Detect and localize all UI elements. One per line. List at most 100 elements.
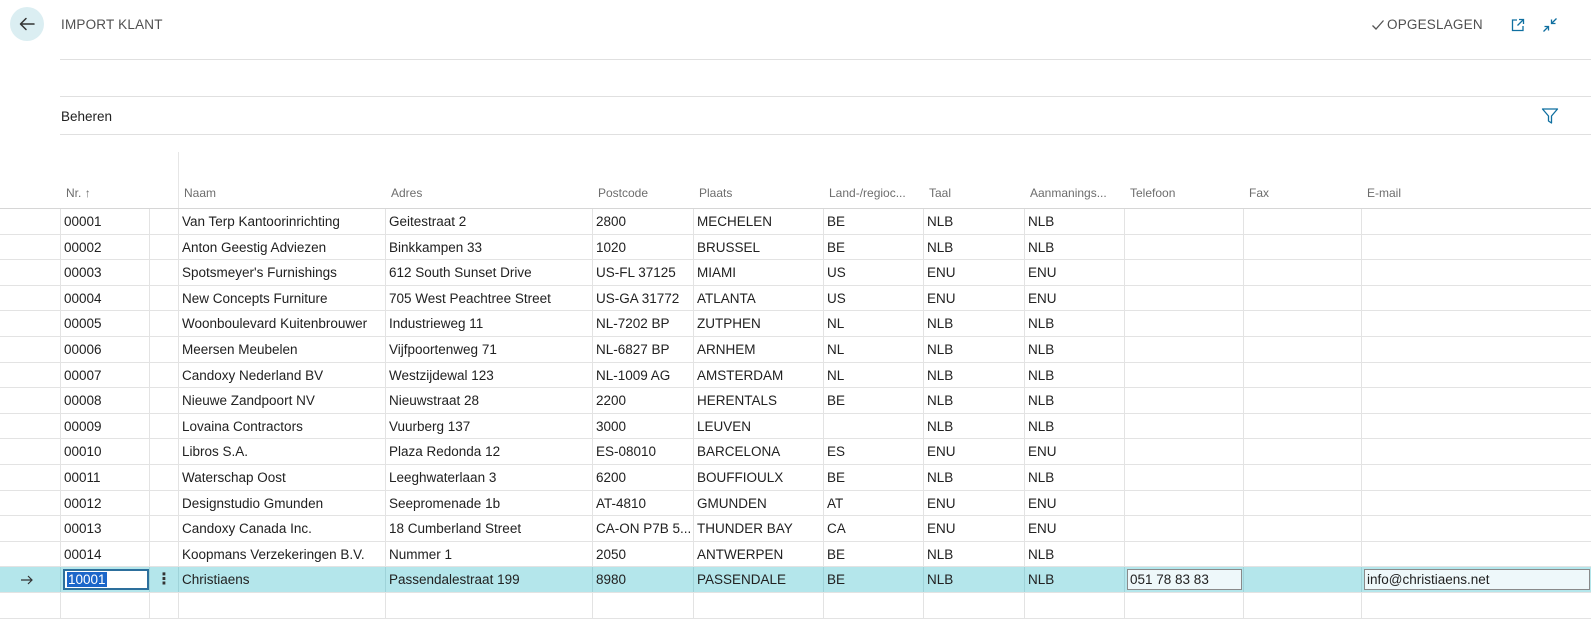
cell-postcode[interactable]: 3000: [592, 413, 693, 439]
cell-aanmaning[interactable]: NLB: [1024, 388, 1124, 413]
cell-aanmaning[interactable]: NLB: [1024, 567, 1124, 592]
cell-nr[interactable]: 00001: [60, 209, 149, 234]
cell-nr[interactable]: 00014: [60, 541, 149, 567]
cell-adres[interactable]: Nieuwstraat 28: [385, 388, 592, 413]
cell-email[interactable]: [1361, 413, 1591, 439]
cell-nr[interactable]: 00006: [60, 336, 149, 362]
cell-naam[interactable]: Candoxy Canada Inc.: [178, 516, 385, 541]
cell-adres[interactable]: Industrieweg 11: [385, 311, 592, 336]
cell-fax[interactable]: [1243, 541, 1361, 567]
cell-nr[interactable]: 00009: [60, 413, 149, 439]
cell-row-menu[interactable]: [149, 234, 178, 260]
cell-row-menu[interactable]: [149, 336, 178, 362]
cell-nr[interactable]: [60, 592, 149, 618]
cell-plaats[interactable]: HERENTALS: [693, 388, 823, 413]
cell-email[interactable]: [1361, 336, 1591, 362]
cell-plaats[interactable]: MIAMI: [693, 260, 823, 285]
table-row[interactable]: 00007 Candoxy Nederland BV Westzijdewal 12…: [0, 362, 1591, 389]
table-row[interactable]: 00009 Lovaina Contractors Vuurberg 137 3000…: [0, 413, 1591, 440]
cell-fax[interactable]: [1243, 388, 1361, 413]
table-row[interactable]: 00004 New Concepts Furniture 705 West Peac…: [0, 285, 1591, 312]
cell-fax[interactable]: [1243, 209, 1361, 234]
row-actions-menu-icon[interactable]: ⋮: [156, 567, 172, 592]
cell-row-menu[interactable]: ⋮: [149, 567, 178, 592]
cell-adres[interactable]: Plaza Redonda 12: [385, 439, 592, 464]
cell-postcode[interactable]: 2200: [592, 388, 693, 413]
cell-land[interactable]: BE: [823, 209, 923, 234]
cell-aanmaning[interactable]: NLB: [1024, 464, 1124, 490]
cell-row-menu[interactable]: [149, 362, 178, 388]
cell-taal[interactable]: ENU: [923, 285, 1024, 311]
cell-plaats[interactable]: ATLANTA: [693, 285, 823, 311]
cell-fax[interactable]: [1243, 413, 1361, 439]
cell-plaats[interactable]: GMUNDEN: [693, 490, 823, 516]
cell-naam[interactable]: Meersen Meubelen: [178, 336, 385, 362]
cell-plaats[interactable]: BOUFFIOULX: [693, 464, 823, 490]
cell-land[interactable]: CA: [823, 516, 923, 541]
email-input[interactable]: info@christiaens.net: [1364, 569, 1590, 591]
cell-naam[interactable]: [178, 592, 385, 618]
column-header-taal[interactable]: Taal: [929, 186, 951, 200]
column-header-nr[interactable]: Nr. ↑: [66, 186, 91, 200]
cell-naam[interactable]: Spotsmeyer's Furnishings: [178, 260, 385, 285]
cell-fax[interactable]: [1243, 285, 1361, 311]
cell-adres[interactable]: [385, 592, 592, 618]
cell-postcode[interactable]: 8980: [592, 567, 693, 592]
cell-nr[interactable]: 00011: [60, 464, 149, 490]
cell-adres[interactable]: Geitestraat 2: [385, 209, 592, 234]
cell-nr[interactable]: 00010: [60, 439, 149, 464]
cell-telefoon[interactable]: [1124, 362, 1243, 388]
cell-nr[interactable]: 10001: [60, 567, 149, 592]
cell-land[interactable]: BE: [823, 567, 923, 592]
column-header-aanmaning[interactable]: Aanmanings...: [1030, 186, 1107, 200]
cell-fax[interactable]: [1243, 439, 1361, 464]
cell-telefoon[interactable]: [1124, 439, 1243, 464]
cell-telefoon[interactable]: [1124, 234, 1243, 260]
cell-email[interactable]: info@christiaens.net: [1361, 567, 1591, 592]
cell-nr[interactable]: 00005: [60, 311, 149, 336]
cell-email[interactable]: [1361, 209, 1591, 234]
cell-land[interactable]: BE: [823, 464, 923, 490]
cell-postcode[interactable]: AT-4810: [592, 490, 693, 516]
cell-telefoon[interactable]: [1124, 388, 1243, 413]
cell-telefoon[interactable]: [1124, 490, 1243, 516]
cell-menu[interactable]: [149, 592, 178, 618]
cell-postcode[interactable]: 1020: [592, 234, 693, 260]
cell-row-menu[interactable]: [149, 541, 178, 567]
cell-email[interactable]: [1361, 388, 1591, 413]
cell-telefoon[interactable]: [1124, 336, 1243, 362]
table-row-selected[interactable]: 10001 ⋮ Christiaens Passendalestraat 199 898…: [0, 567, 1591, 593]
cell-fax[interactable]: [1243, 260, 1361, 285]
cell-aanmaning[interactable]: NLB: [1024, 209, 1124, 234]
cell-land[interactable]: NL: [823, 336, 923, 362]
cell-email[interactable]: [1361, 311, 1591, 336]
cell-plaats[interactable]: ARNHEM: [693, 336, 823, 362]
table-row[interactable]: 00014 Koopmans Verzekeringen B.V. Nummer 1…: [0, 541, 1591, 568]
cell-plaats[interactable]: BRUSSEL: [693, 234, 823, 260]
cell-nr[interactable]: 00012: [60, 490, 149, 516]
cell-postcode[interactable]: ES-08010: [592, 439, 693, 464]
cell-plaats[interactable]: MECHELEN: [693, 209, 823, 234]
cell-aanmaning[interactable]: ENU: [1024, 516, 1124, 541]
column-header-land[interactable]: Land-/regioc...: [829, 186, 906, 200]
table-row[interactable]: 00002 Anton Geestig Adviezen Binkkampen 33…: [0, 234, 1591, 261]
cell-fax[interactable]: [1243, 311, 1361, 336]
cell-aanmaning[interactable]: NLB: [1024, 311, 1124, 336]
cell-naam[interactable]: Christiaens: [178, 567, 385, 592]
cell-taal[interactable]: NLB: [923, 464, 1024, 490]
actions-menu-beheren[interactable]: Beheren: [61, 109, 112, 124]
cell-aanmaning[interactable]: [1024, 592, 1124, 618]
cell-land[interactable]: NL: [823, 362, 923, 388]
cell-taal[interactable]: NLB: [923, 209, 1024, 234]
cell-row-menu[interactable]: [149, 413, 178, 439]
cell-aanmaning[interactable]: ENU: [1024, 439, 1124, 464]
cell-plaats[interactable]: PASSENDALE: [693, 567, 823, 592]
cell-land[interactable]: ES: [823, 439, 923, 464]
cell-taal[interactable]: NLB: [923, 541, 1024, 567]
cell-email[interactable]: [1361, 285, 1591, 311]
cell-plaats[interactable]: ZUTPHEN: [693, 311, 823, 336]
cell-telefoon[interactable]: [1124, 260, 1243, 285]
cell-telefoon[interactable]: [1124, 592, 1243, 618]
table-row[interactable]: 00001 Van Terp Kantoorinrichting Geitestra…: [0, 209, 1591, 235]
column-header-plaats[interactable]: Plaats: [699, 186, 732, 200]
